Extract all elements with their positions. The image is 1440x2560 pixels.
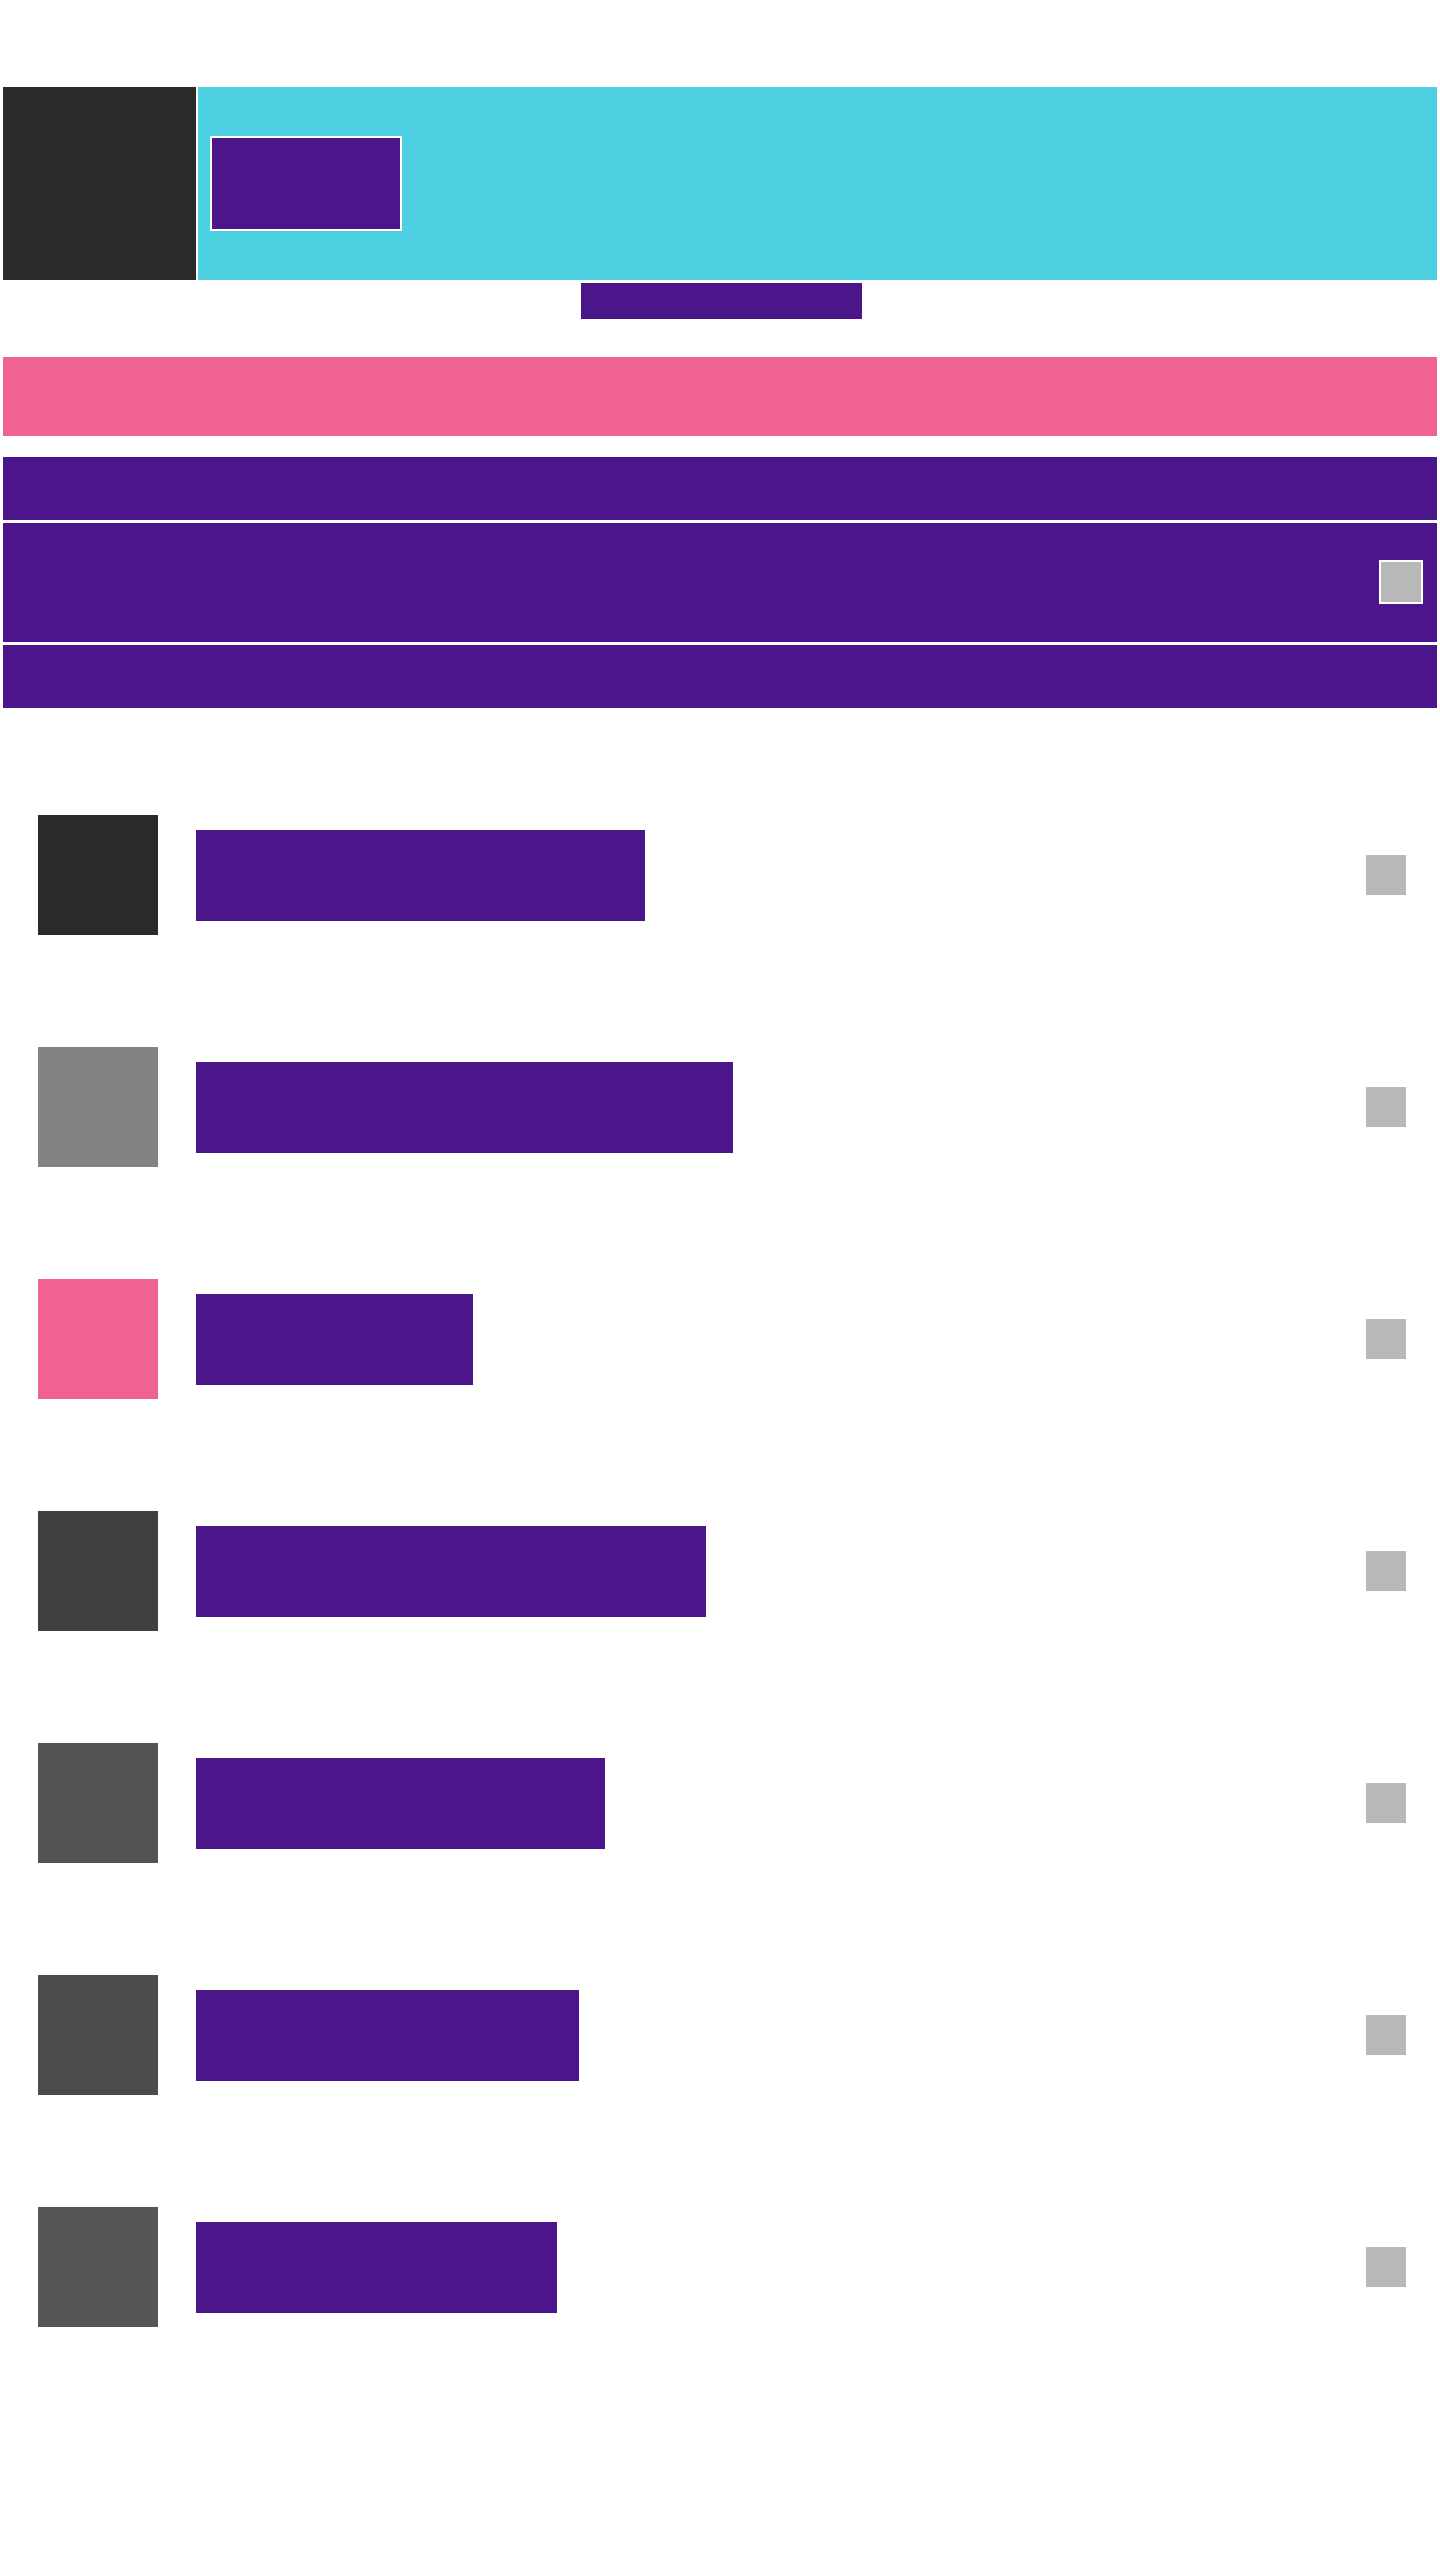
list-item-thumbnail xyxy=(38,1975,158,2095)
list-item-label xyxy=(196,830,645,921)
list-item-label xyxy=(196,1990,579,2081)
info-row-2 xyxy=(3,523,1437,642)
more-icon[interactable] xyxy=(1366,1783,1406,1823)
checkbox-icon[interactable] xyxy=(1379,560,1423,604)
more-icon[interactable] xyxy=(1366,1087,1406,1127)
header-caption xyxy=(581,283,862,319)
list-item-label xyxy=(196,1294,473,1385)
list-item[interactable] xyxy=(0,1743,1440,1975)
list-item[interactable] xyxy=(0,1279,1440,1511)
list-item-thumbnail xyxy=(38,1511,158,1631)
list-item[interactable] xyxy=(0,1511,1440,1743)
info-row-1 xyxy=(3,457,1437,520)
list-item-label xyxy=(196,1526,706,1617)
list-item-thumbnail xyxy=(38,815,158,935)
list-item-thumbnail xyxy=(38,1047,158,1167)
list-item-label xyxy=(196,1758,605,1849)
more-icon[interactable] xyxy=(1366,1551,1406,1591)
header-thumbnail[interactable] xyxy=(3,87,196,280)
alert-banner xyxy=(3,357,1437,436)
more-icon[interactable] xyxy=(1366,2015,1406,2055)
list-item-thumbnail xyxy=(38,1743,158,1863)
info-row-3 xyxy=(3,645,1437,708)
more-icon[interactable] xyxy=(1366,1319,1406,1359)
list-item-label xyxy=(196,2222,557,2313)
list-item-thumbnail xyxy=(38,1279,158,1399)
list-item[interactable] xyxy=(0,1975,1440,2207)
list-item-thumbnail xyxy=(38,2207,158,2327)
list-item[interactable] xyxy=(0,2207,1440,2439)
more-icon[interactable] xyxy=(1366,2247,1406,2287)
more-icon[interactable] xyxy=(1366,855,1406,895)
list-item-label xyxy=(196,1062,733,1153)
list-item[interactable] xyxy=(0,815,1440,1047)
list-item[interactable] xyxy=(0,1047,1440,1279)
header-chip-button[interactable] xyxy=(210,136,402,231)
